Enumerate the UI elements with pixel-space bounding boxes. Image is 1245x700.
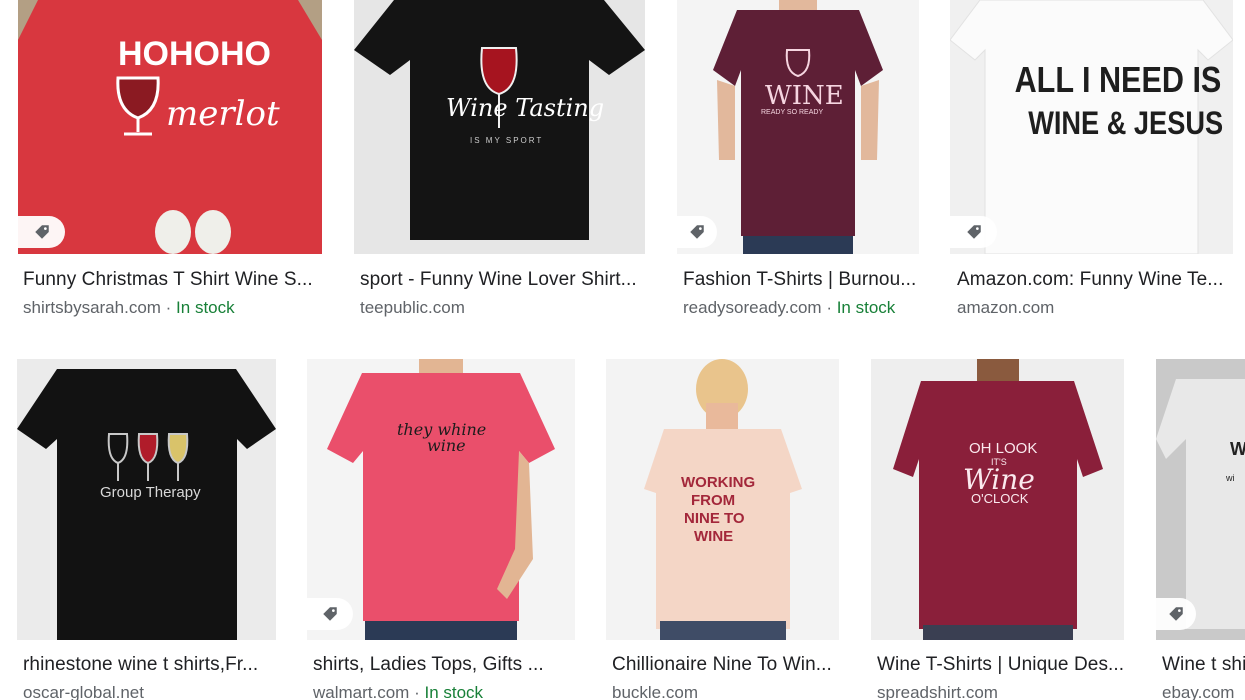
separator: · <box>160 298 177 317</box>
svg-text:IS MY SPORT: IS MY SPORT <box>470 136 543 145</box>
source-domain: readysoready.com <box>683 298 822 317</box>
source-domain: teepublic.com <box>360 298 465 317</box>
result-thumbnail[interactable]: ALL I NEED IS WINE & JESUS <box>950 0 1233 254</box>
source-domain: shirtsbysarah.com <box>23 298 161 317</box>
pink-tshirt-image: they whine wine <box>307 359 575 640</box>
source-domain: oscar-global.net <box>23 683 144 700</box>
peach-tshirt-image: WORKING FROM NINE TO WINE <box>606 359 839 640</box>
image-result-card[interactable]: WINE READY SO READY Fashion T-Shirts | B… <box>672 0 932 330</box>
svg-text:O'CLOCK: O'CLOCK <box>971 491 1029 506</box>
svg-text:READY SO READY: READY SO READY <box>761 109 823 116</box>
result-title[interactable]: Funny Christmas T Shirt Wine S... <box>23 269 318 291</box>
svg-text:W: W <box>1230 439 1245 459</box>
price-tag-icon <box>1169 607 1183 621</box>
image-result-card[interactable]: Group Therapy rhinestone wine t shirts,F… <box>0 350 290 700</box>
result-thumbnail[interactable]: Wine Tasting IS MY SPORT <box>354 0 645 254</box>
source-domain: walmart.com <box>313 683 410 700</box>
svg-text:wine: wine <box>427 436 466 455</box>
image-results-grid: HOHOHO merlot Funny Christmas T Shirt Wi… <box>0 0 1245 700</box>
white-tshirt-image: ALL I NEED IS WINE & JESUS <box>950 0 1233 254</box>
image-result-card[interactable]: they whine wine shirts, Ladies Tops, Gif… <box>300 350 590 700</box>
result-thumbnail[interactable]: W wi <box>1156 359 1245 640</box>
result-title[interactable]: sport - Funny Wine Lover Shirt... <box>360 269 645 291</box>
image-result-card[interactable]: WORKING FROM NINE TO WINE Chillionaire N… <box>600 350 855 700</box>
image-result-card[interactable]: OH LOOK IT'S Wine O'CLOCK Wine T-Shirts … <box>865 350 1140 700</box>
price-tag-badge[interactable] <box>307 598 353 630</box>
result-thumbnail[interactable]: WORKING FROM NINE TO WINE <box>606 359 839 640</box>
svg-text:WINE & JESUS: WINE & JESUS <box>1028 106 1223 142</box>
svg-text:ALL I NEED IS: ALL I NEED IS <box>1015 61 1222 101</box>
price-tag-badge[interactable] <box>1156 598 1196 630</box>
stock-status: In stock <box>836 298 896 317</box>
price-tag-badge[interactable] <box>677 216 717 248</box>
image-result-card[interactable]: HOHOHO merlot Funny Christmas T Shirt Wi… <box>0 0 330 330</box>
result-title[interactable]: Chillionaire Nine To Win... <box>612 654 837 676</box>
result-source: oscar-global.net <box>23 683 278 700</box>
source-domain: buckle.com <box>612 683 698 700</box>
result-thumbnail[interactable]: WINE READY SO READY <box>677 0 919 254</box>
price-tag-icon <box>34 225 49 239</box>
source-domain: spreadshirt.com <box>877 683 998 700</box>
stock-status: In stock <box>176 298 235 317</box>
result-source: spreadshirt.com <box>877 683 1127 700</box>
result-thumbnail[interactable]: HOHOHO merlot <box>18 0 322 254</box>
result-title[interactable]: Amazon.com: Funny Wine Te... <box>957 269 1227 291</box>
separator: · <box>409 683 425 700</box>
result-source: amazon.com <box>957 298 1227 318</box>
svg-text:merlot: merlot <box>166 94 280 134</box>
stock-status: In stock <box>424 683 484 700</box>
svg-text:Wine Tasting: Wine Tasting <box>446 94 604 122</box>
result-source: walmart.com · In stock <box>313 683 578 700</box>
result-source: readysoready.com · In stock <box>683 298 933 318</box>
result-title[interactable]: Fashion T-Shirts | Burnou... <box>683 269 919 291</box>
image-result-card[interactable]: ALL I NEED IS WINE & JESUS Amazon.com: F… <box>945 0 1245 330</box>
image-result-card[interactable]: W wi Wine t shi ebay.com <box>1150 350 1245 700</box>
svg-text:Group Therapy: Group Therapy <box>100 484 201 501</box>
black-rhinestone-tshirt-image: Group Therapy <box>17 359 276 640</box>
svg-text:OH LOOK: OH LOOK <box>969 440 1037 457</box>
result-thumbnail[interactable]: OH LOOK IT'S Wine O'CLOCK <box>871 359 1124 640</box>
svg-text:WINE: WINE <box>765 81 844 111</box>
price-tag-icon <box>966 225 981 239</box>
result-thumbnail[interactable]: they whine wine <box>307 359 575 640</box>
price-tag-icon <box>323 607 337 621</box>
black-tshirt-image: Wine Tasting IS MY SPORT <box>354 0 645 254</box>
result-source: teepublic.com <box>360 298 645 318</box>
svg-text:NINE TO: NINE TO <box>684 510 745 527</box>
svg-text:FROM: FROM <box>691 492 735 509</box>
image-result-card[interactable]: Wine Tasting IS MY SPORT sport - Funny W… <box>350 0 650 330</box>
burgundy-tshirt-image: WINE READY SO READY <box>677 0 919 254</box>
result-title[interactable]: Wine t shi <box>1162 654 1245 676</box>
result-title[interactable]: Wine T-Shirts | Unique Des... <box>877 654 1127 676</box>
source-domain: ebay.com <box>1162 683 1235 700</box>
red-tshirt-image: HOHOHO merlot <box>18 0 322 254</box>
source-domain: amazon.com <box>957 298 1055 317</box>
result-source: buckle.com <box>612 683 837 700</box>
price-tag-badge[interactable] <box>950 216 997 248</box>
maroon-tshirt-image: OH LOOK IT'S Wine O'CLOCK <box>871 359 1124 640</box>
result-source: ebay.com <box>1162 683 1245 700</box>
svg-text:wi: wi <box>1225 473 1235 483</box>
result-thumbnail[interactable]: Group Therapy <box>17 359 276 640</box>
separator: · <box>821 298 837 317</box>
price-tag-icon <box>690 225 704 239</box>
svg-text:HOHOHO: HOHOHO <box>118 35 271 73</box>
svg-text:WORKING: WORKING <box>681 474 755 491</box>
price-tag-badge[interactable] <box>18 216 65 248</box>
result-title[interactable]: shirts, Ladies Tops, Gifts ... <box>313 654 578 676</box>
result-title[interactable]: rhinestone wine t shirts,Fr... <box>23 654 278 676</box>
svg-text:WINE: WINE <box>694 528 733 545</box>
result-source: shirtsbysarah.com · In stock <box>23 298 323 318</box>
